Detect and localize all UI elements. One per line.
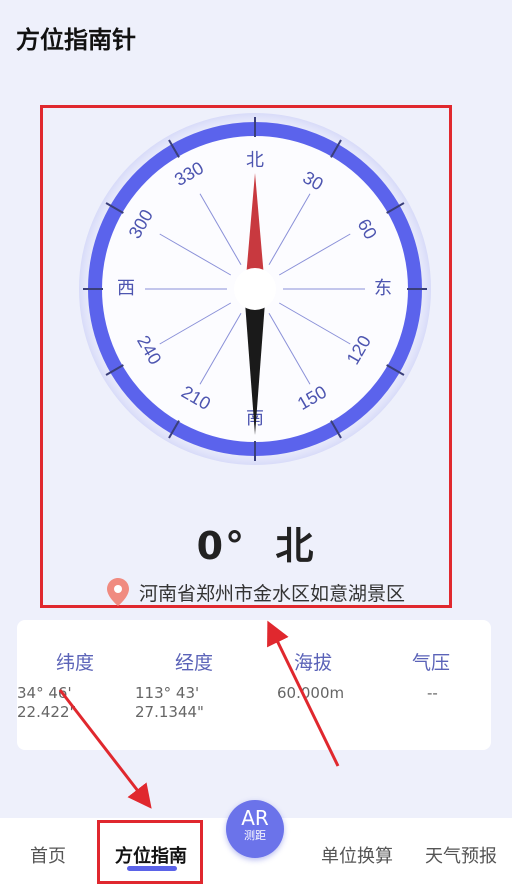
info-longitude: 经度 113° 43' 27.1344"	[135, 620, 253, 750]
info-latitude: 纬度 34° 46' 22.422"	[17, 620, 135, 750]
info-altitude: 海拔 60.000m	[277, 620, 395, 750]
nav-tab-weather[interactable]: 天气预报	[425, 842, 497, 868]
ar-button-label: AR	[241, 806, 269, 830]
location-pin-icon	[106, 578, 129, 606]
location-row: 河南省郑州市金水区如意湖景区	[0, 578, 512, 606]
page-title: 方位指南针	[16, 26, 136, 54]
latitude-value-line2: 22.422"	[17, 703, 77, 721]
heading-readout: 0° 北	[0, 515, 512, 570]
location-text: 河南省郑州市金水区如意湖景区	[138, 582, 405, 605]
info-card: 纬度 34° 46' 22.422" 经度 113° 43' 27.1344" …	[17, 620, 491, 750]
longitude-value-line1: 113° 43'	[135, 684, 200, 702]
heading-degree: 0°	[196, 524, 247, 568]
pressure-value: --	[427, 684, 438, 702]
altitude-label: 海拔	[294, 652, 333, 674]
latitude-label: 纬度	[56, 652, 95, 674]
longitude-label: 经度	[175, 652, 214, 674]
heading-direction: 北	[275, 524, 316, 568]
ar-measure-button[interactable]: AR 测距	[226, 800, 284, 858]
pressure-label: 气压	[412, 652, 451, 674]
nav-tab-unit-convert[interactable]: 单位换算	[321, 842, 393, 868]
longitude-value-line2: 27.1344"	[135, 703, 204, 721]
altitude-value: 60.000m	[277, 684, 345, 702]
latitude-value-line1: 34° 46'	[17, 684, 72, 702]
info-pressure: 气压 --	[395, 620, 491, 750]
nav-tab-home[interactable]: 首页	[30, 842, 66, 868]
ar-button-sublabel: 测距	[244, 829, 266, 842]
nav-annotation-box	[97, 820, 203, 884]
